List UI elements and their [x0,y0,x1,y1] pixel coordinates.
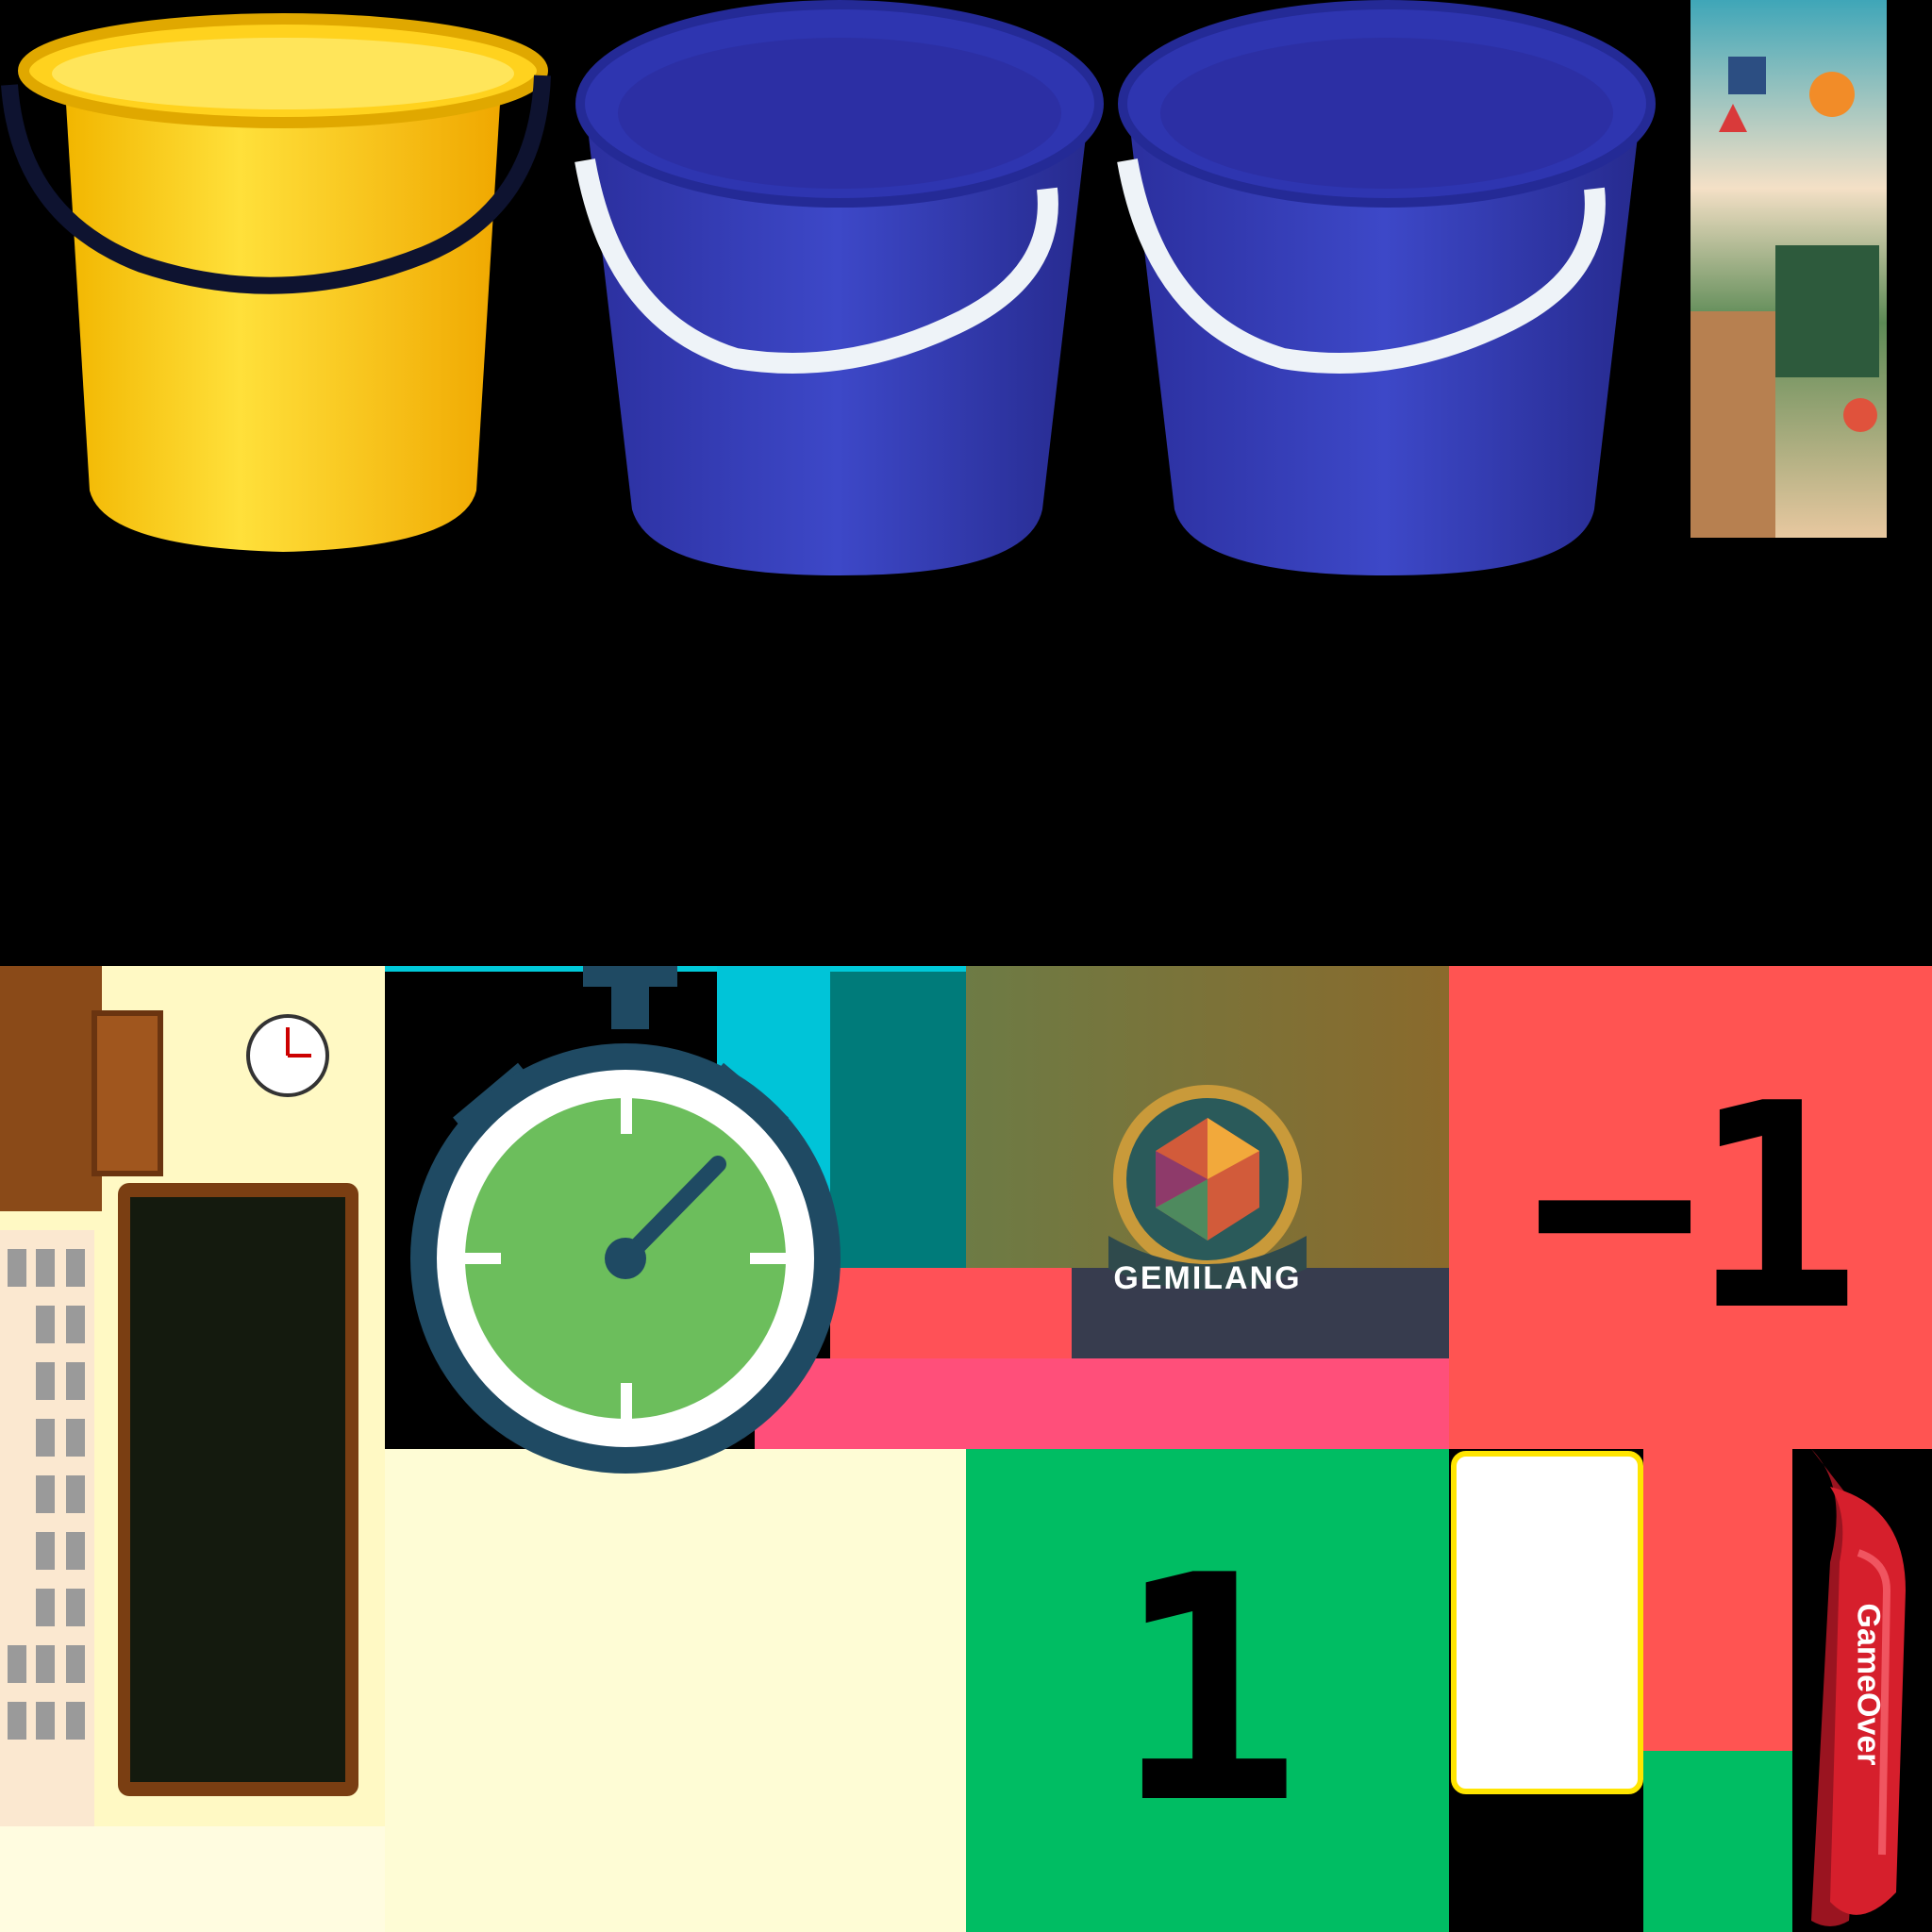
bg-block-red-right [1643,1449,1792,1751]
bg-block-pale-yellow [385,1449,966,1932]
minus-one-card[interactable]: −1 [1449,966,1932,1449]
gemilang-logo: GEMILANG [1085,1075,1330,1321]
minus-one-card-value: −1 [1529,1042,1860,1373]
bg-block-green-right [1643,1751,1792,1932]
gemilang-logo-text: GEMILANG [1113,1260,1302,1296]
plus-one-card-value: 1 [1113,1509,1302,1872]
bg-block-pink [755,1358,1449,1449]
bg-block-cream [0,1826,385,1932]
bg-block-red [830,1268,1072,1358]
game-over-banner-text: GameOver [1850,1603,1887,1766]
blue-bucket-sprite [566,0,1104,604]
classroom-scene-sprite [0,966,385,1826]
plus-one-card[interactable]: 1 [966,1449,1449,1932]
game-over-banner: GameOver [1792,1449,1932,1932]
yellow-bucket-sprite [0,0,566,585]
stopwatch-icon [385,966,857,1494]
math-classroom-background [1690,0,1887,538]
blue-bucket-sprite [1104,0,1660,604]
blank-answer-card[interactable] [1451,1451,1643,1794]
